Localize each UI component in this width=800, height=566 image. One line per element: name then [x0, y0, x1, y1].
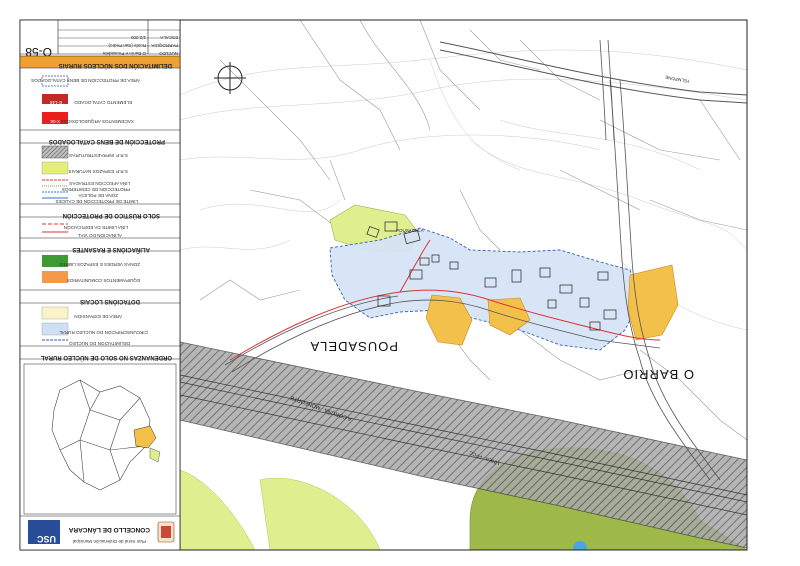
legend-circunscripcion: CIRCUNSCRIPCIÓN DO NÚCLEO RURAL [59, 330, 148, 336]
legend-elemento-catalogado: ELEMENTO CATALOGADO [74, 100, 132, 105]
legend-heading-dotacions: DOTACIÓNS LOCAIS [80, 298, 140, 306]
map-area: A CORUÑA - MONFORTE LÍNEA - FFCC YELMPON… [180, 20, 747, 550]
nucleo-value: O Barrio e Pousadela [102, 51, 146, 56]
legend-heading-alinacions: ALIÑACIÓNS E RASANTES [72, 246, 150, 254]
planning-map-sheet: A CORUÑA - MONFORTE LÍNEA - FFCC YELMPON… [19, 19, 748, 551]
concello-name: CONCELLO DE LÁNCARA [68, 526, 150, 535]
legend-linea-limite: LIÑA LÍMITE DA EDIFICACIÓN [64, 225, 128, 231]
place-label-o-barrio: O BARRIO [622, 367, 694, 382]
legend-proteccion-cemiterios: PROTECCIÓN DE CEMITERIOS [62, 187, 130, 193]
pousadela-small-label: POUSADELA [396, 228, 424, 233]
usc-logo-text: USC [36, 534, 56, 544]
plan-title: Plan Xeral de Ordenación Municipal [73, 539, 146, 544]
parroquia-value: Ronfe (San Pedro) [108, 43, 146, 48]
coat-of-arms-icon [157, 521, 175, 543]
legend-heading-proteccion: PROTECCIÓN DE BENS CATALOGADOS [49, 138, 165, 146]
legend-equipamentos: EQUIPAMENTOS COMUNITARIOS [67, 278, 140, 283]
water-spot [573, 541, 587, 550]
legend-srp-espazos: S.R.P. ESPAZOS NATURAIS [69, 169, 128, 174]
legend-area-proteccion: ÁREA DE PROTECCIÓN DE BENS CATALOGADOS [31, 78, 140, 84]
escala-label: ESCALA [160, 35, 178, 40]
key-location-map [23, 363, 177, 515]
legend-xacementos: XACEMENTOS ARQUEOLÓXICOS [61, 119, 134, 125]
legend-panel: O-58 ESCALA 1/2.000 PARROQUIA Ronfe (San… [19, 19, 181, 551]
legend-heading-solo-rustico: SOLO RÚSTICO DE PROTECCIÓN [63, 212, 160, 220]
legend-xacementos-code: X-06 [50, 119, 60, 124]
legend-area-expansion: ÁREA DE EXPANSIÓN [74, 314, 122, 320]
legend-zonas-verdes: ZONAS VERDES E ESPAZOS LIBRES [59, 262, 140, 267]
legend-srp-infra: S.R.P. INFRAESTRUTURAS [69, 153, 128, 158]
parroquia-label: PARROQUIA [151, 43, 178, 48]
legend-title: DELIMITACIÓN DOS NÚCLEOS RURAIS [59, 62, 172, 70]
place-label-pousadela: POUSADELA [310, 339, 398, 354]
legend-heading-ordenanzas: ORDENANZAS NO SOLO DE NÚCLEO RURAL [40, 354, 172, 361]
legend-elemento-code: E-148 [49, 100, 62, 105]
legend-zona-policia: ZONA DE POLICÍA [77, 193, 118, 199]
escala-value: 1/2.000 [130, 35, 146, 40]
legend-linea-afeccion: LIÑA AFECCIÓN ESTRADAS [69, 181, 130, 187]
